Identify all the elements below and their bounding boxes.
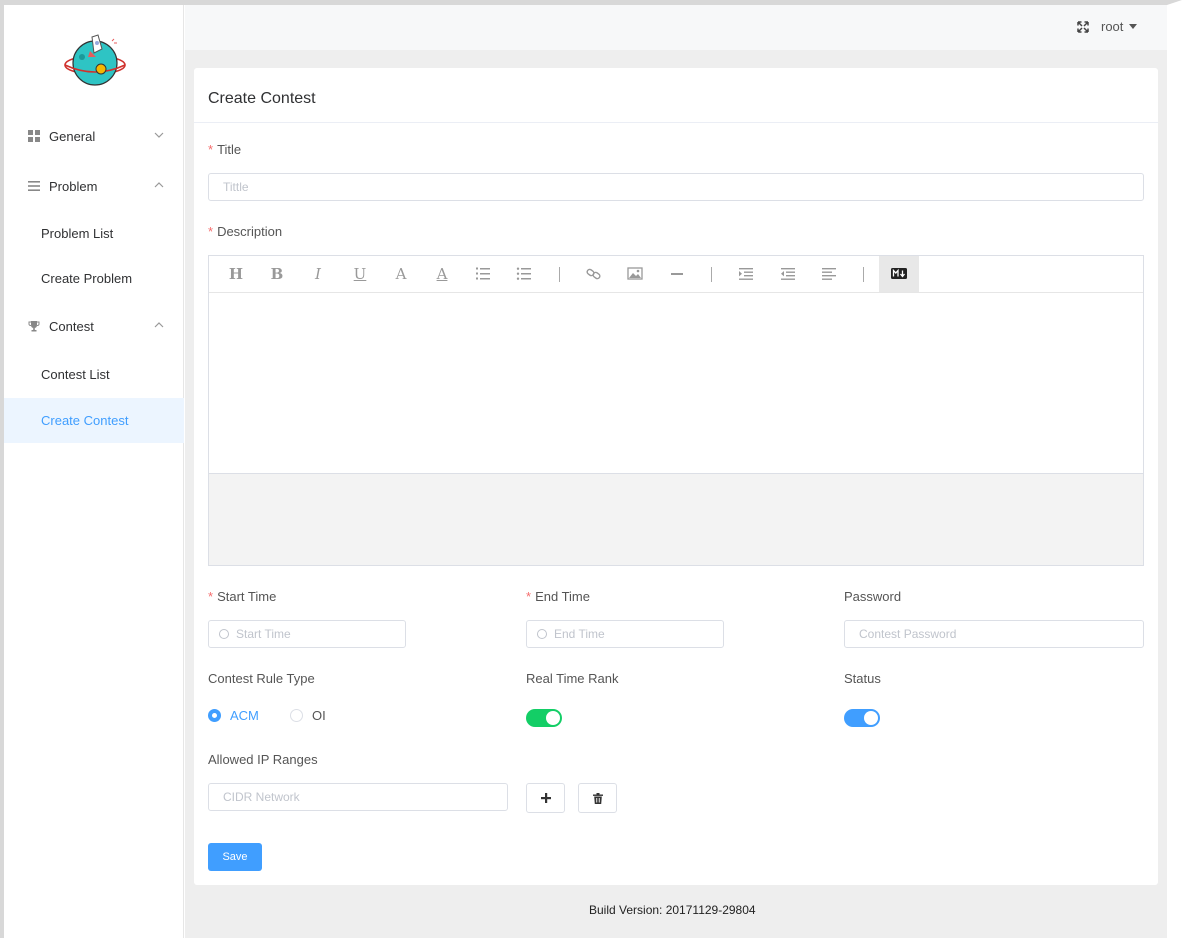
end-time-label: * End Time xyxy=(526,589,590,604)
real-time-rank-switch[interactable] xyxy=(526,709,562,727)
clock-icon xyxy=(219,629,229,639)
allowed-ip-label: Allowed IP Ranges xyxy=(208,752,318,767)
sidebar-group-label: General xyxy=(49,128,96,144)
build-version: Build Version: 20171129-29804 xyxy=(589,903,756,917)
real-time-rank-label: Real Time Rank xyxy=(526,671,619,686)
sidebar-group-label: Problem xyxy=(49,178,98,194)
description-editor[interactable]: H B I U A A xyxy=(208,255,1144,566)
list-icon xyxy=(28,181,40,191)
bold-icon[interactable]: B xyxy=(267,265,287,283)
highlight-icon[interactable]: A xyxy=(432,265,452,283)
sidebar: General Problem Problem List Create Prob… xyxy=(4,5,184,938)
cidr-placeholder: CIDR Network xyxy=(223,790,300,804)
sidebar-item-create-contest[interactable]: Create Contest xyxy=(4,398,184,443)
editor-toolbar: H B I U A A xyxy=(209,256,1143,293)
cidr-input[interactable]: CIDR Network xyxy=(208,783,508,811)
password-placeholder: Contest Password xyxy=(859,627,957,641)
link-icon[interactable] xyxy=(586,267,602,281)
chevron-up-icon xyxy=(154,182,164,188)
toolbar-separator xyxy=(863,267,864,282)
sidebar-group-problem[interactable]: Problem xyxy=(4,162,184,210)
markdown-preview xyxy=(209,473,1143,565)
markdown-icon xyxy=(891,268,907,279)
switch-knob xyxy=(864,711,878,725)
sidebar-item-label: Create Problem xyxy=(41,271,133,286)
align-left-icon[interactable] xyxy=(821,267,837,281)
outdent-icon[interactable] xyxy=(780,267,796,281)
title-label: * Title xyxy=(208,142,242,157)
dashboard-grid-icon xyxy=(28,130,40,142)
title-placeholder: Tittle xyxy=(223,180,249,194)
ordered-list-icon[interactable] xyxy=(475,267,491,281)
rule-type-label: Contest Rule Type xyxy=(208,671,315,686)
switch-knob xyxy=(546,711,560,725)
toolbar-separator xyxy=(711,267,712,282)
password-input[interactable]: Contest Password xyxy=(844,620,1144,648)
radio-oi[interactable] xyxy=(290,709,303,722)
clock-icon xyxy=(537,629,547,639)
image-icon[interactable] xyxy=(627,267,643,281)
trash-icon xyxy=(592,792,603,804)
divider xyxy=(194,122,1158,123)
top-bar: root xyxy=(185,5,1167,50)
sidebar-group-general[interactable]: General xyxy=(4,112,184,160)
password-label: Password xyxy=(844,589,902,604)
sidebar-item-problem-list[interactable]: Problem List xyxy=(4,211,184,256)
italic-icon[interactable]: I xyxy=(308,265,328,283)
start-time-picker[interactable]: Start Time xyxy=(208,620,406,648)
rocket-planet-logo xyxy=(64,34,126,86)
toolbar-separator xyxy=(559,267,560,282)
remove-ip-button[interactable] xyxy=(578,783,617,813)
sidebar-group-contest[interactable]: Contest xyxy=(4,302,184,350)
chevron-down-icon xyxy=(154,132,164,138)
status-switch[interactable] xyxy=(844,709,880,727)
heading-icon[interactable]: H xyxy=(226,265,246,283)
horizontal-rule-icon[interactable] xyxy=(669,267,685,281)
plus-icon xyxy=(540,793,551,803)
chevron-up-icon xyxy=(154,322,164,328)
sidebar-item-label: Create Contest xyxy=(41,413,129,428)
user-menu[interactable]: root xyxy=(1101,19,1123,34)
start-time-label: * Start Time xyxy=(208,589,277,604)
underline-icon[interactable]: U xyxy=(350,265,370,283)
create-contest-card: Create Contest * Title Tittle * Descriptio… xyxy=(194,68,1158,885)
fullscreen-icon[interactable] xyxy=(1077,21,1089,33)
sidebar-item-create-problem[interactable]: Create Problem xyxy=(4,256,184,301)
end-time-placeholder: End Time xyxy=(554,627,605,641)
radio-acm[interactable] xyxy=(208,709,221,722)
sidebar-item-label: Contest List xyxy=(41,367,110,382)
page-title: Create Contest xyxy=(208,90,316,107)
unordered-list-icon[interactable] xyxy=(516,267,532,281)
sidebar-item-contest-list[interactable]: Contest List xyxy=(4,352,184,397)
end-time-picker[interactable]: End Time xyxy=(526,620,724,648)
markdown-toggle-button[interactable] xyxy=(879,256,919,292)
save-button[interactable]: Save xyxy=(208,843,262,871)
add-ip-button[interactable] xyxy=(526,783,565,813)
sidebar-item-label: Problem List xyxy=(41,226,114,241)
caret-down-icon[interactable] xyxy=(1129,24,1137,29)
description-label: * Description xyxy=(208,224,283,239)
indent-icon[interactable] xyxy=(738,267,754,281)
radio-acm-label[interactable]: ACM xyxy=(230,708,259,723)
radio-oi-label[interactable]: OI xyxy=(312,708,326,723)
font-color-icon[interactable]: A xyxy=(391,265,411,283)
status-label: Status xyxy=(844,671,881,686)
sidebar-group-label: Contest xyxy=(49,318,94,334)
start-time-placeholder: Start Time xyxy=(236,627,291,641)
trophy-icon xyxy=(28,321,40,332)
title-input[interactable]: Tittle xyxy=(208,173,1144,201)
